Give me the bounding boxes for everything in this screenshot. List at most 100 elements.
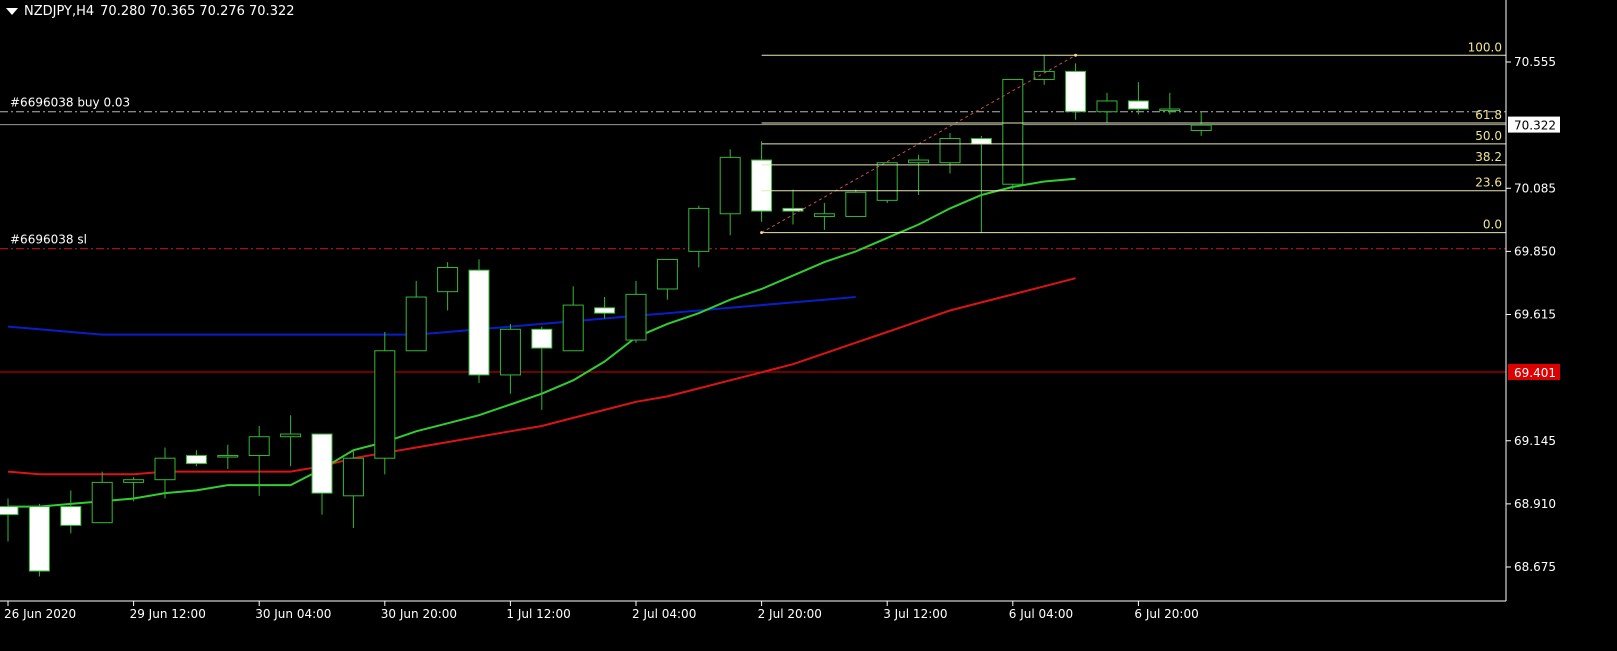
candle (1002, 78, 1024, 190)
candle-body (594, 307, 616, 314)
time-tick-label: 26 Jun 2020 (4, 607, 76, 621)
candle (60, 490, 82, 534)
price-tick-label: 68.675 (1514, 560, 1556, 574)
candle-body (908, 159, 930, 164)
fibo-level-label: 100.0 (1468, 40, 1502, 54)
current-price-label: 70.322 (1514, 119, 1556, 133)
chart-header: NZDJPY,H4 70.280 70.365 70.276 70.322 (6, 4, 295, 19)
candle (1159, 92, 1181, 115)
candle-body (28, 506, 50, 572)
fibo-level-label: 61.8 (1475, 108, 1502, 122)
candle (374, 331, 396, 475)
candle (91, 471, 113, 524)
candle (876, 162, 898, 204)
candle-body (60, 506, 82, 526)
time-tick-label: 6 Jul 04:00 (1009, 607, 1073, 621)
fibo-level-label: 0.0 (1483, 218, 1502, 232)
time-tick-label: 1 Jul 12:00 (506, 607, 570, 621)
candle (1096, 92, 1118, 123)
candle-body (1159, 108, 1181, 112)
time-tick-label: 30 Jun 04:00 (255, 607, 331, 621)
candle (939, 133, 961, 174)
candle (437, 262, 459, 311)
ohlc-values: 70.280 70.365 70.276 70.322 (100, 4, 295, 19)
order-label: #6696038 buy 0.03 (10, 96, 130, 110)
candle-body (123, 479, 145, 483)
candle-body (970, 138, 992, 145)
candle (531, 326, 553, 410)
time-tick-label: 2 Jul 04:00 (632, 607, 696, 621)
time-tick-label: 2 Jul 20:00 (758, 607, 822, 621)
candle-body (719, 156, 741, 215)
candle-body (625, 293, 647, 341)
candle (28, 503, 50, 577)
candle-body (311, 433, 333, 494)
candle (562, 286, 584, 352)
candle-body (656, 258, 678, 290)
candle (185, 450, 207, 467)
candle-body (876, 162, 898, 201)
price-tick-label: 70.085 (1514, 181, 1556, 195)
candle-body (0, 506, 19, 516)
candle-body (499, 328, 521, 376)
chart-area[interactable]: #6696038 buy 0.03 #6696038 sl 100.0 61.8 50… (0, 0, 1617, 647)
price-chart[interactable]: #6696038 buy 0.03 #6696038 sl 100.0 61.8 50… (0, 0, 1617, 647)
candle-body (185, 455, 207, 465)
candle-body (374, 350, 396, 459)
candle (719, 149, 741, 236)
candle-body (437, 266, 459, 293)
candle (594, 297, 616, 319)
candle-body (813, 213, 835, 217)
candle-body (939, 138, 961, 164)
fibo-level-label: 50.0 (1475, 129, 1502, 143)
candle-body (562, 304, 584, 352)
candle (0, 498, 19, 542)
menu-triangle-icon[interactable] (6, 8, 18, 15)
candle (1127, 82, 1149, 115)
price-tick-label: 68.910 (1514, 497, 1556, 511)
alert-price-label: 69.401 (1514, 366, 1556, 380)
candle-body (248, 436, 270, 457)
candle (656, 258, 678, 300)
candle-body (531, 328, 553, 349)
candle-body (217, 455, 239, 458)
candle (342, 450, 364, 529)
candle-body (1096, 100, 1118, 113)
time-tick-label: 29 Jun 12:00 (130, 607, 206, 621)
candle-body (688, 207, 710, 252)
candle-body (280, 433, 302, 438)
candle-body (154, 457, 176, 481)
candle-body (751, 159, 773, 212)
candle (751, 141, 773, 222)
symbol-label: NZDJPY,H4 (24, 4, 95, 19)
order-label: #6696038 sl (10, 233, 87, 247)
price-tick-label: 69.615 (1514, 308, 1556, 322)
candle (1033, 55, 1055, 85)
candle (311, 433, 333, 515)
candle-body (1065, 70, 1087, 113)
candle-body (845, 191, 867, 217)
candle (782, 189, 804, 225)
price-tick-label: 70.555 (1514, 55, 1556, 69)
candle (468, 259, 490, 383)
time-tick-label: 30 Jun 20:00 (381, 607, 457, 621)
candle (280, 415, 302, 467)
candle-body (91, 481, 113, 524)
ma-slow-line (7, 296, 856, 336)
candle (908, 154, 930, 195)
candle (217, 444, 239, 469)
candle-body (1190, 124, 1212, 131)
candle (625, 280, 647, 343)
candle-body (342, 457, 364, 497)
time-tick-label: 3 Jul 12:00 (883, 607, 947, 621)
price-tick-label: 69.850 (1514, 244, 1556, 258)
fibo-level-label: 23.6 (1475, 176, 1502, 190)
time-tick-label: 6 Jul 20:00 (1134, 607, 1198, 621)
candle-body (468, 269, 490, 376)
candle (845, 189, 867, 217)
candle (1065, 63, 1087, 120)
candle-body (1002, 78, 1024, 185)
fibo-level-label: 38.2 (1475, 150, 1502, 164)
price-tick-label: 69.145 (1514, 434, 1556, 448)
candle (970, 135, 992, 233)
